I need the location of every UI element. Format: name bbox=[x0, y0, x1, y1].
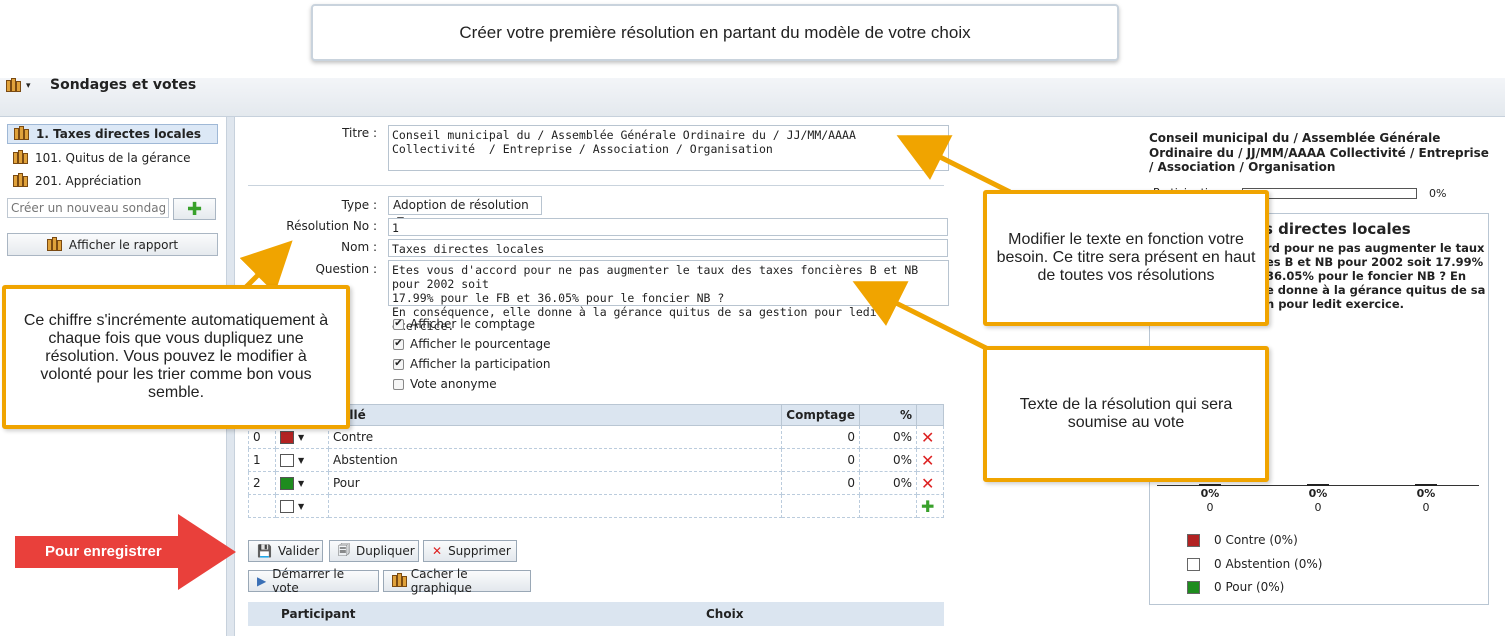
callout-resno: Ce chiffre s'incrémente automatiquement … bbox=[2, 285, 350, 429]
callout-title: Modifier le texte en fonction votre beso… bbox=[983, 190, 1269, 326]
callout-question: Texte de la résolution qui sera soumise … bbox=[983, 346, 1269, 482]
arrow-to-title bbox=[896, 135, 1012, 195]
callout-save-label: Pour enregistrer bbox=[45, 543, 162, 560]
arrow-to-question bbox=[852, 281, 992, 353]
